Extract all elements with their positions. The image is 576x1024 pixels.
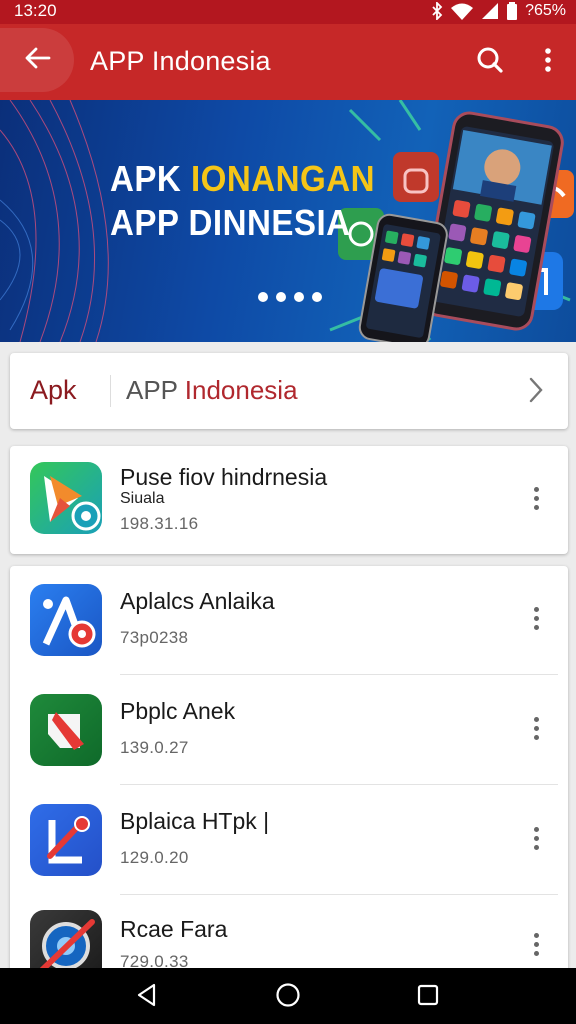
app-more-button[interactable] bbox=[524, 924, 548, 964]
category-label-highlight: Indonesia bbox=[184, 375, 298, 405]
category-label-prefix: APP bbox=[126, 375, 185, 405]
app-meta: 73p0238 bbox=[120, 628, 189, 647]
row-divider bbox=[120, 674, 558, 675]
banner-headline-1-white: APK bbox=[110, 158, 182, 199]
search-icon bbox=[476, 46, 504, 79]
banner-headline-1: APK IONANGAN bbox=[110, 158, 375, 200]
app-meta: 129.0.20 bbox=[120, 848, 189, 867]
circle-home-icon bbox=[275, 982, 301, 1013]
app-icon-play bbox=[30, 462, 102, 534]
bluetooth-icon bbox=[431, 2, 443, 20]
back-arrow-icon bbox=[23, 46, 51, 75]
category-label: APP Indonesia bbox=[126, 375, 298, 406]
featured-app-name: Puse fiov hindrnesia bbox=[120, 464, 328, 490]
banner-headline-1-accent: IONANGAN bbox=[190, 158, 375, 199]
row-divider bbox=[120, 784, 558, 785]
app-icon-r bbox=[30, 910, 102, 976]
status-time: 13:20 bbox=[14, 1, 57, 20]
app-icon-a bbox=[30, 584, 102, 656]
featured-app-subtitle: Siuala bbox=[120, 490, 165, 507]
promo-banner[interactable]: APK IONANGAN APP DINNESIA bbox=[0, 100, 576, 342]
more-vert-icon bbox=[533, 826, 539, 832]
app-name: Pbplc Anek bbox=[120, 698, 236, 724]
more-vert-icon bbox=[544, 47, 552, 78]
row-divider bbox=[120, 894, 558, 895]
nav-recents-button[interactable] bbox=[413, 982, 443, 1012]
page-title: APP Indonesia bbox=[90, 46, 271, 76]
more-vert-icon bbox=[533, 486, 539, 492]
tab-divider bbox=[110, 375, 111, 407]
app-name: Bplaica HTpk | bbox=[120, 808, 270, 834]
app-name: Aplalcs Anlaika bbox=[120, 588, 275, 614]
nav-home-button[interactable] bbox=[273, 982, 303, 1012]
back-button[interactable] bbox=[0, 28, 74, 92]
carousel-dot[interactable] bbox=[276, 292, 286, 302]
search-button[interactable] bbox=[472, 44, 508, 80]
nav-back-button[interactable] bbox=[132, 982, 162, 1012]
list-item[interactable]: Aplalcs Anlaika 73p0238 bbox=[10, 566, 568, 676]
carousel-dot[interactable] bbox=[312, 292, 322, 302]
overflow-menu-button[interactable] bbox=[534, 44, 562, 80]
status-bar: 13:20 ?65% bbox=[0, 0, 576, 24]
list-item[interactable]: Bplaica HTpk | 129.0.20 bbox=[10, 786, 568, 896]
featured-app-more-button[interactable] bbox=[524, 478, 548, 518]
app-list-card: Aplalcs Anlaika 73p0238 Pbplc Anek 139.0… bbox=[10, 566, 568, 976]
carousel-dot[interactable] bbox=[294, 292, 304, 302]
list-item[interactable]: Pbplc Anek 139.0.27 bbox=[10, 676, 568, 786]
battery-percent: ?65% bbox=[525, 2, 566, 19]
app-more-button[interactable] bbox=[524, 598, 548, 638]
chevron-right-icon bbox=[528, 377, 544, 408]
category-tab-card[interactable]: Apk APP Indonesia bbox=[10, 353, 568, 429]
more-vert-icon bbox=[533, 932, 539, 938]
app-meta: 139.0.27 bbox=[120, 738, 189, 757]
square-recents-icon bbox=[417, 984, 439, 1011]
category-short-label: Apk bbox=[30, 375, 77, 405]
featured-app-meta: 198.31.16 bbox=[120, 514, 199, 533]
signal-icon bbox=[481, 2, 499, 20]
app-more-button[interactable] bbox=[524, 818, 548, 858]
app-more-button[interactable] bbox=[524, 708, 548, 748]
battery-icon bbox=[506, 2, 518, 20]
wifi-icon bbox=[450, 2, 474, 20]
more-vert-icon bbox=[533, 716, 539, 722]
app-icon-p bbox=[30, 694, 102, 766]
app-name: Rcae Fara bbox=[120, 916, 228, 942]
carousel-indicator[interactable] bbox=[258, 292, 322, 302]
triangle-back-icon bbox=[136, 983, 158, 1012]
app-bar: APP Indonesia bbox=[0, 24, 576, 100]
app-icon-b bbox=[30, 804, 102, 876]
banner-headline-2: APP DINNESIA bbox=[110, 202, 351, 243]
carousel-dot[interactable] bbox=[258, 292, 268, 302]
more-vert-icon bbox=[533, 606, 539, 612]
featured-app-card[interactable]: Puse fiov hindrnesia Siuala 198.31.16 bbox=[10, 446, 568, 554]
list-item[interactable]: Rcae Fara 729.0.33 bbox=[10, 896, 568, 976]
system-nav-bar bbox=[0, 968, 576, 1024]
